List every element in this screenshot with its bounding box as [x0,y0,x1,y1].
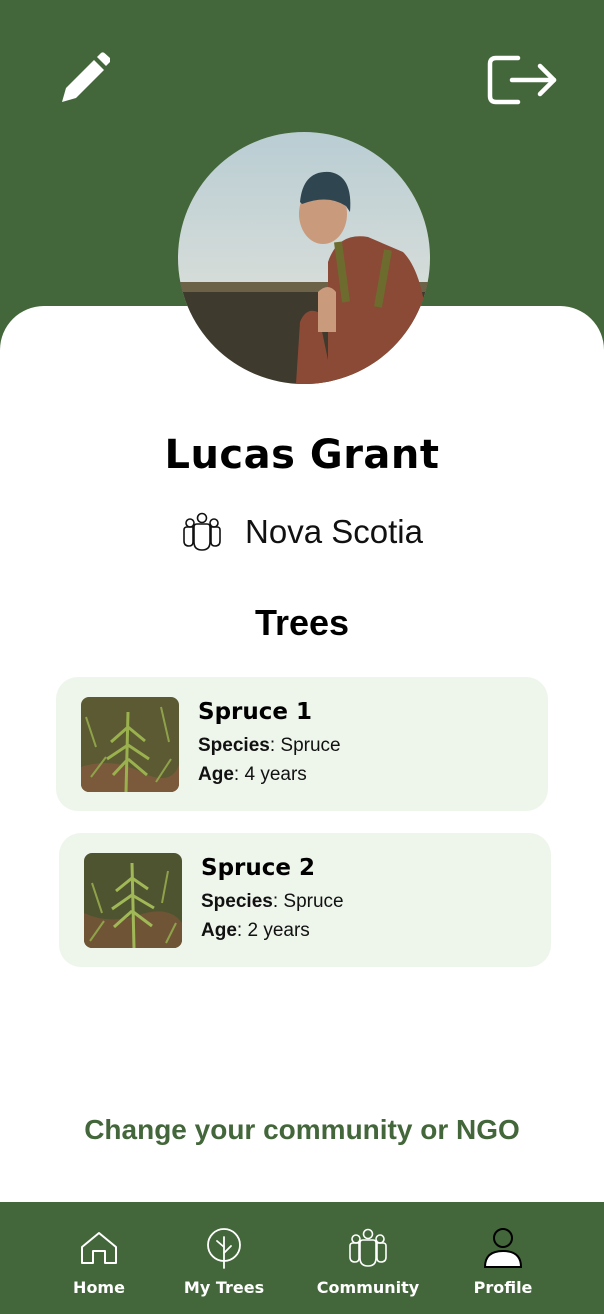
tree-species: Species: Spruce [198,735,341,756]
nav-label-home: Home [73,1278,125,1297]
species-value: Spruce [280,735,341,756]
age-label: Age [201,920,237,941]
tree-age: Age: 2 years [201,920,310,941]
edit-profile-button[interactable] [52,48,112,108]
tree-name: Spruce 2 [201,855,315,881]
tree-icon [207,1228,241,1269]
home-icon [81,1232,117,1264]
location-row: Nova Scotia [0,512,604,552]
change-community-link[interactable]: Change your community or NGO [0,1114,604,1146]
user-name: Lucas Grant [164,432,440,478]
tree-species: Species: Spruce [201,891,344,912]
species-label: Species [201,891,273,912]
tree-info: Spruce 2 Species: Spruce Age: 2 years [201,855,344,949]
age-value: 4 years [244,764,307,785]
tree-age: Age: 4 years [198,764,307,785]
age-value: 2 years [247,920,310,941]
trees-heading: Trees [254,602,350,643]
location-text: Nova Scotia [245,513,423,550]
community-icon [183,512,221,551]
nav-item-community[interactable]: Community [312,1202,424,1314]
community-icon [349,1228,387,1267]
nav-item-profile[interactable]: Profile [466,1202,540,1314]
tree-info: Spruce 1 Species: Spruce Age: 4 years [198,699,341,793]
tree-card[interactable]: Spruce 2 Species: Spruce Age: 2 years [59,833,551,967]
tree-name: Spruce 1 [198,699,312,725]
nav-label-profile: Profile [473,1278,533,1297]
logout-button[interactable] [478,48,562,112]
nav-label-community: Community [316,1278,420,1297]
bottom-nav: Home My Trees Community Profile [0,1202,604,1314]
age-label: Age [198,764,234,785]
person-icon [483,1228,523,1268]
species-value: Spruce [283,891,344,912]
logout-icon [487,55,557,105]
tree-photo [84,853,182,948]
species-label: Species [198,735,270,756]
avatar [178,132,430,384]
nav-item-my-trees[interactable]: My Trees [178,1202,270,1314]
tree-photo [81,697,179,792]
nav-item-home[interactable]: Home [62,1202,136,1314]
nav-label-my-trees: My Trees [183,1278,265,1297]
pencil-icon [62,52,110,102]
tree-card[interactable]: Spruce 1 Species: Spruce Age: 4 years [56,677,548,811]
